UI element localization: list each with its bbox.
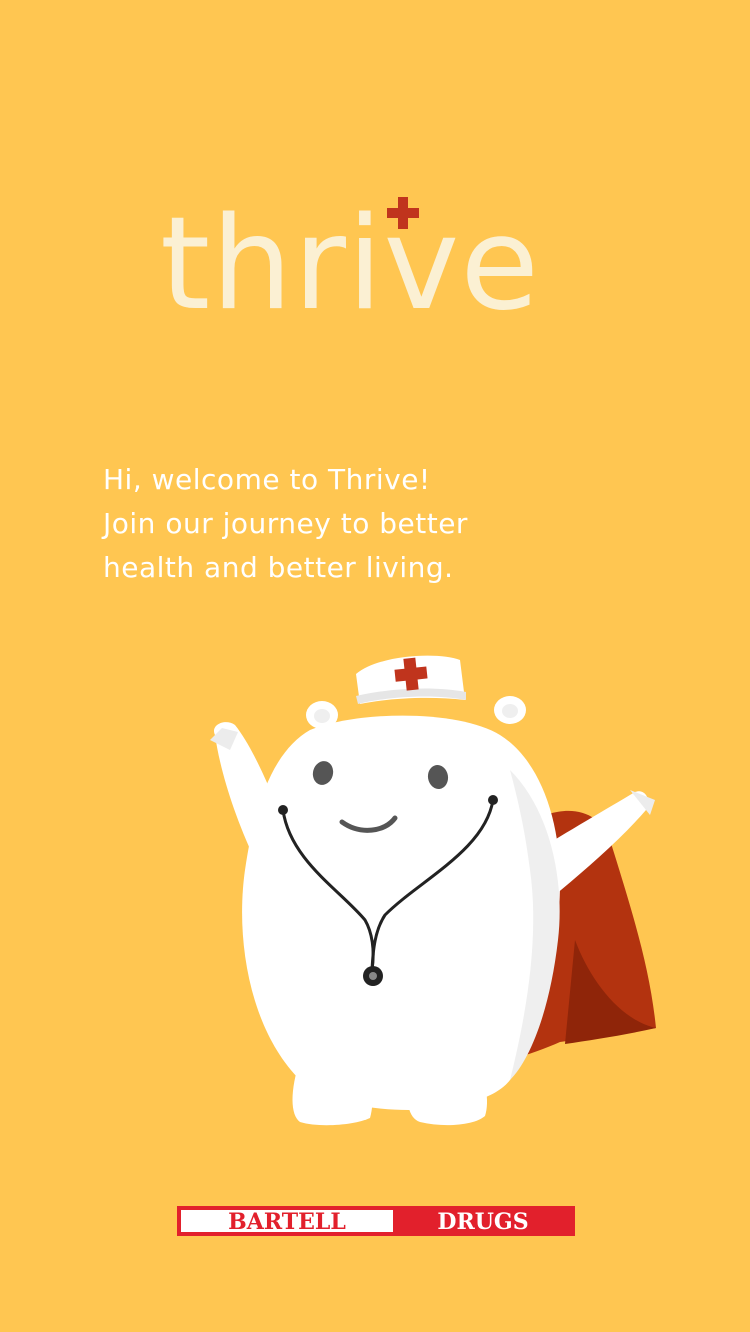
logo-text: thrive [160, 190, 540, 339]
red-cross-icon [387, 197, 419, 229]
welcome-line: Hi, welcome to Thrive! [103, 463, 431, 496]
brand-left-text: BARTELL [228, 1209, 346, 1235]
polar-bear-nurse-mascot [210, 655, 656, 1126]
welcome-line: health and better living. [103, 551, 454, 584]
thrive-logo: thrive [160, 190, 600, 340]
splash-screen: thrive Hi, welcome to Thrive! Join our j… [0, 0, 750, 1332]
brand-right-text: DRUGS [437, 1209, 528, 1235]
bartell-drugs-logo: BARTELL DRUGS [177, 1206, 575, 1236]
welcome-line: Join our journey to better [103, 507, 468, 540]
welcome-message: Hi, welcome to Thrive! Join our journey … [103, 458, 663, 590]
